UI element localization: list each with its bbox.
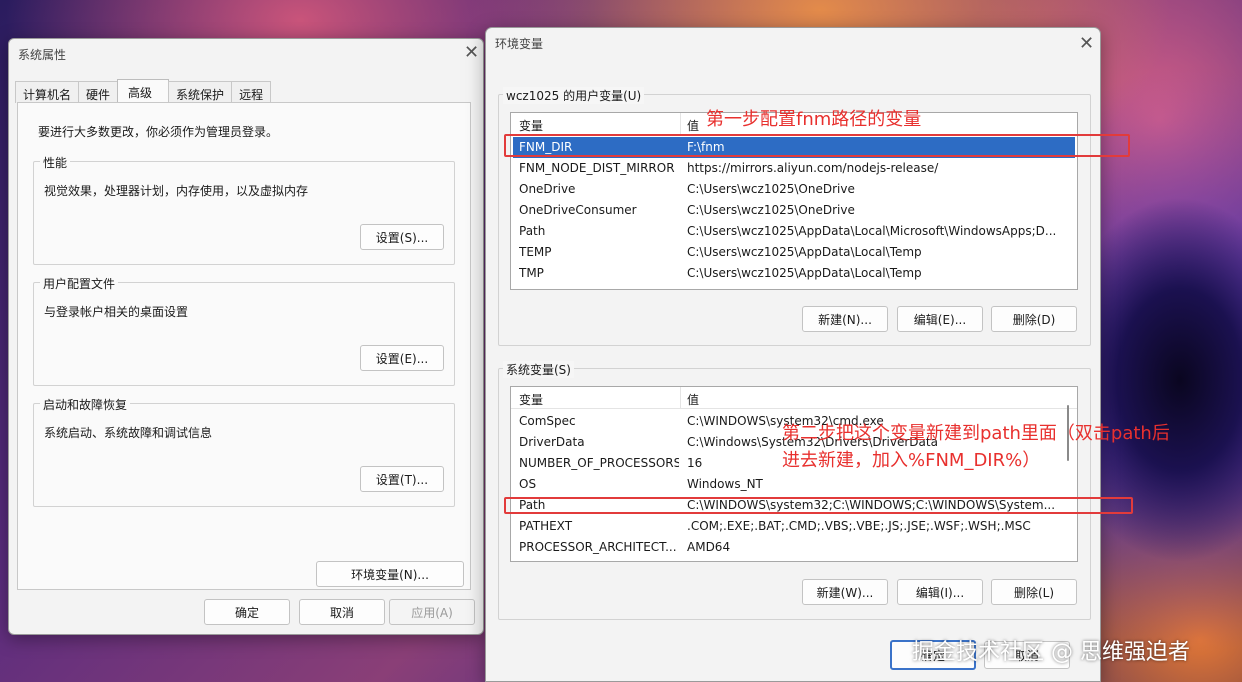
column-header-value[interactable]: 值 (687, 117, 699, 134)
annotation-step2-line2: 进去新建，加入%FNM_DIR%） (782, 450, 1041, 471)
user-profiles-label: 用户配置文件 (40, 275, 119, 292)
performance-group: 性能 视觉效果，处理器计划，内存使用，以及虚拟内存 设置(S)... (33, 154, 455, 265)
variable-name: ComSpec (519, 414, 576, 428)
system-delete-button[interactable]: 删除(L) (991, 579, 1077, 605)
system-properties-dialog: 系统属性 ✕ 计算机名 硬件 高级 系统保护 远程 要进行大多数更改，你必须作为… (8, 38, 484, 635)
performance-desc: 视觉效果，处理器计划，内存使用，以及虚拟内存 (44, 184, 309, 198)
variable-value: C:\Users\wcz1025\AppData\Local\Temp (687, 245, 922, 259)
tab-hardware[interactable]: 硬件 (78, 81, 119, 103)
table-row[interactable]: Path C:\Users\wcz1025\AppData\Local\Micro… (513, 221, 1075, 242)
performance-settings-button[interactable]: 设置(S)... (360, 224, 444, 250)
system-new-button[interactable]: 新建(W)... (802, 579, 888, 605)
tab-advanced[interactable]: 高级 (117, 79, 170, 103)
tab-remote[interactable]: 远程 (231, 81, 272, 103)
annotation-step2-line1: 第二步把这个变量新建到path里面（双击path后 (782, 423, 1170, 444)
annotation-box-fnm-dir (504, 134, 1130, 157)
close-icon[interactable]: ✕ (464, 44, 479, 62)
column-header-name[interactable]: 变量 (519, 117, 543, 134)
table-row[interactable]: PROCESSOR_ARCHITECT... AMD64 (513, 537, 1063, 558)
variable-name: PATHEXT (519, 519, 573, 533)
ok-button[interactable]: 确定 (204, 599, 290, 625)
startup-recovery-settings-button[interactable]: 设置(T)... (360, 466, 444, 492)
variable-value: C:\Users\wcz1025\OneDrive (687, 203, 855, 217)
user-variables-label: wcz1025 的用户变量(U) (503, 87, 645, 104)
variable-value: .COM;.EXE;.BAT;.CMD;.VBS;.VBE;.JS;.JSE;.… (687, 519, 1031, 533)
variable-name: TEMP (519, 245, 552, 259)
variable-name: OneDrive (519, 182, 576, 196)
variable-value: C:\Users\wcz1025\AppData\Local\Microsoft… (687, 224, 1057, 238)
user-variables-group: wcz1025 的用户变量(U) 变量 值 FNM_DIR F:\fnm FNM_N… (498, 87, 1091, 346)
startup-recovery-group: 启动和故障恢复 系统启动、系统故障和调试信息 设置(T)... (33, 396, 455, 507)
startup-recovery-label: 启动和故障恢复 (40, 396, 131, 413)
table-row[interactable]: PATHEXT .COM;.EXE;.BAT;.CMD;.VBS;.VBE;.JS… (513, 516, 1063, 537)
variable-value: C:\Users\wcz1025\AppData\Local\Temp (687, 266, 922, 280)
cancel-button[interactable]: 取消 (299, 599, 385, 625)
variable-name: OS (519, 477, 537, 491)
variable-name: FNM_NODE_DIST_MIRROR (519, 161, 675, 175)
variable-value: https://mirrors.aliyun.com/nodejs-releas… (687, 161, 939, 175)
variable-value: AMD64 (687, 540, 731, 554)
variable-name: Path (519, 224, 546, 238)
variable-name: NUMBER_OF_PROCESSORS (519, 456, 679, 470)
tab-strip: 计算机名 硬件 高级 系统保护 远程 (15, 79, 272, 103)
variable-name: DriverData (519, 435, 585, 449)
system-list-header: 变量 值 (511, 387, 1077, 409)
system-variables-label: 系统变量(S) (503, 361, 574, 378)
table-row[interactable]: TEMP C:\Users\wcz1025\AppData\Local\Temp (513, 242, 1075, 263)
system-variables-group: 系统变量(S) 变量 值 ComSpec C:\WINDOWS\system32\… (498, 361, 1091, 620)
performance-label: 性能 (40, 154, 71, 171)
column-header-name[interactable]: 变量 (519, 391, 543, 408)
apply-button[interactable]: 应用(A) (389, 599, 475, 625)
variable-value: C:\Users\wcz1025\OneDrive (687, 182, 855, 196)
column-header-value[interactable]: 值 (687, 391, 699, 408)
annotation-step1: 第一步配置fnm路径的变量 (706, 109, 922, 130)
tab-system-protection[interactable]: 系统保护 (168, 81, 233, 103)
table-row[interactable]: OneDrive C:\Users\wcz1025\OneDrive (513, 179, 1075, 200)
user-profiles-desc: 与登录帐户相关的桌面设置 (44, 305, 189, 319)
startup-recovery-desc: 系统启动、系统故障和调试信息 (44, 426, 213, 440)
user-delete-button[interactable]: 删除(D) (991, 306, 1077, 332)
table-row[interactable]: TMP C:\Users\wcz1025\AppData\Local\Temp (513, 263, 1075, 284)
table-row[interactable]: FNM_NODE_DIST_MIRROR https://mirrors.aliy… (513, 158, 1075, 179)
user-profiles-settings-button[interactable]: 设置(E)... (360, 345, 444, 371)
user-profiles-group: 用户配置文件 与登录帐户相关的桌面设置 设置(E)... (33, 275, 455, 386)
variable-name: TMP (519, 266, 544, 280)
env-dialog-title: 环境变量 (495, 37, 544, 51)
tab-computer-name[interactable]: 计算机名 (15, 81, 80, 103)
system-properties-title: 系统属性 (18, 48, 67, 62)
variable-name: OneDriveConsumer (519, 203, 637, 217)
table-row[interactable]: OS Windows_NT (513, 474, 1063, 495)
variable-name: PROCESSOR_ARCHITECT... (519, 540, 677, 554)
annotation-box-system-path (504, 497, 1133, 514)
system-variables-list[interactable]: 变量 值 ComSpec C:\WINDOWS\system32\cmd.exe D… (510, 386, 1078, 562)
user-edit-button[interactable]: 编辑(E)... (897, 306, 983, 332)
user-new-button[interactable]: 新建(N)... (802, 306, 888, 332)
tab-panel-advanced: 要进行大多数更改，你必须作为管理员登录。 性能 视觉效果，处理器计划，内存使用，… (17, 102, 471, 590)
variable-value: Windows_NT (687, 477, 763, 491)
table-row[interactable]: OneDriveConsumer C:\Users\wcz1025\OneDriv… (513, 200, 1075, 221)
admin-note: 要进行大多数更改，你必须作为管理员登录。 (38, 125, 279, 139)
watermark: 掘金技术社区 @ 思维强迫者 (912, 640, 1190, 665)
close-icon[interactable]: ✕ (1079, 35, 1094, 53)
system-edit-button[interactable]: 编辑(I)... (897, 579, 983, 605)
environment-variables-button[interactable]: 环境变量(N)... (316, 561, 464, 587)
